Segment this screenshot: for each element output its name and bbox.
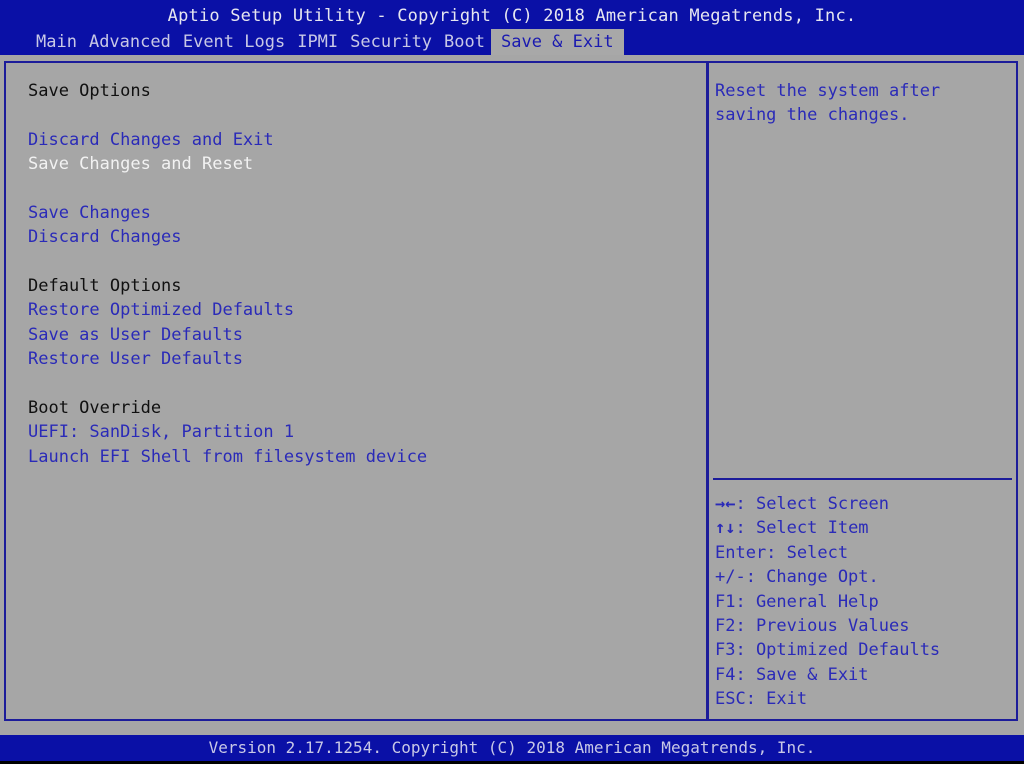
section-header-boot-override: Boot Override [28, 398, 162, 418]
key-label: : Select Item [735, 518, 869, 539]
help-text-line-2: saving the changes. [715, 105, 910, 125]
tab-ipmi[interactable]: IPMI [291, 29, 344, 55]
option-restore-user-defaults[interactable]: Restore User Defaults [28, 347, 243, 371]
help-text-line-1: Reset the system after [715, 81, 941, 101]
section-header-save-options: Save Options [28, 81, 151, 101]
tab-boot[interactable]: Boot [438, 29, 491, 55]
section-header-default-options: Default Options [28, 276, 182, 296]
options-panel: Save Options Discard Changes and Exit Sa… [4, 61, 708, 721]
option-restore-optimized-defaults[interactable]: Restore Optimized Defaults [28, 298, 294, 322]
tab-main[interactable]: Main [30, 29, 83, 55]
left-right-arrows-icon: →← [715, 494, 736, 514]
key-legend: →←: Select Screen ↑↓: Select Item Enter:… [715, 492, 940, 712]
up-down-arrows-icon: ↑↓ [715, 518, 736, 539]
tab-event-logs[interactable]: Event Logs [177, 29, 291, 55]
key-change-opt: +/-: Change Opt. [715, 567, 879, 588]
key-enter: Enter: Select [715, 542, 849, 563]
option-save-changes[interactable]: Save Changes [28, 201, 151, 225]
title-bar: Aptio Setup Utility - Copyright (C) 2018… [0, 0, 1024, 55]
app-title: Aptio Setup Utility - Copyright (C) 2018… [167, 6, 857, 26]
tab-save-exit[interactable]: Save & Exit [491, 29, 624, 55]
key-esc: ESC: Exit [715, 689, 808, 710]
key-f1: F1: General Help [715, 591, 879, 612]
version-footer: Version 2.17.1254. Copyright (C) 2018 Am… [0, 735, 1024, 761]
option-save-as-user-defaults[interactable]: Save as User Defaults [28, 323, 243, 347]
key-label: : Select Screen [735, 494, 890, 514]
option-launch-efi-shell[interactable]: Launch EFI Shell from filesystem device [28, 445, 427, 469]
key-f3: F3: Optimized Defaults [715, 640, 941, 661]
key-select-item: ↑↓: Select Item [715, 516, 940, 540]
key-f2: F2: Previous Values [715, 615, 910, 636]
tab-security[interactable]: Security [344, 29, 438, 55]
help-divider [713, 478, 1012, 480]
help-panel: Reset the system after saving the change… [707, 61, 1018, 721]
option-save-changes-and-reset[interactable]: Save Changes and Reset [28, 152, 253, 176]
tab-advanced[interactable]: Advanced [83, 29, 177, 55]
tab-bar: Main Advanced Event Logs IPMI Security B… [30, 29, 624, 55]
key-f4: F4: Save & Exit [715, 664, 869, 685]
option-uefi-sandisk-partition-1[interactable]: UEFI: SanDisk, Partition 1 [28, 420, 294, 444]
option-discard-changes-and-exit[interactable]: Discard Changes and Exit [28, 128, 274, 152]
setup-content: Save Options Discard Changes and Exit Sa… [0, 55, 1024, 735]
key-select-screen: →←: Select Screen [715, 492, 940, 516]
option-discard-changes[interactable]: Discard Changes [28, 225, 182, 249]
